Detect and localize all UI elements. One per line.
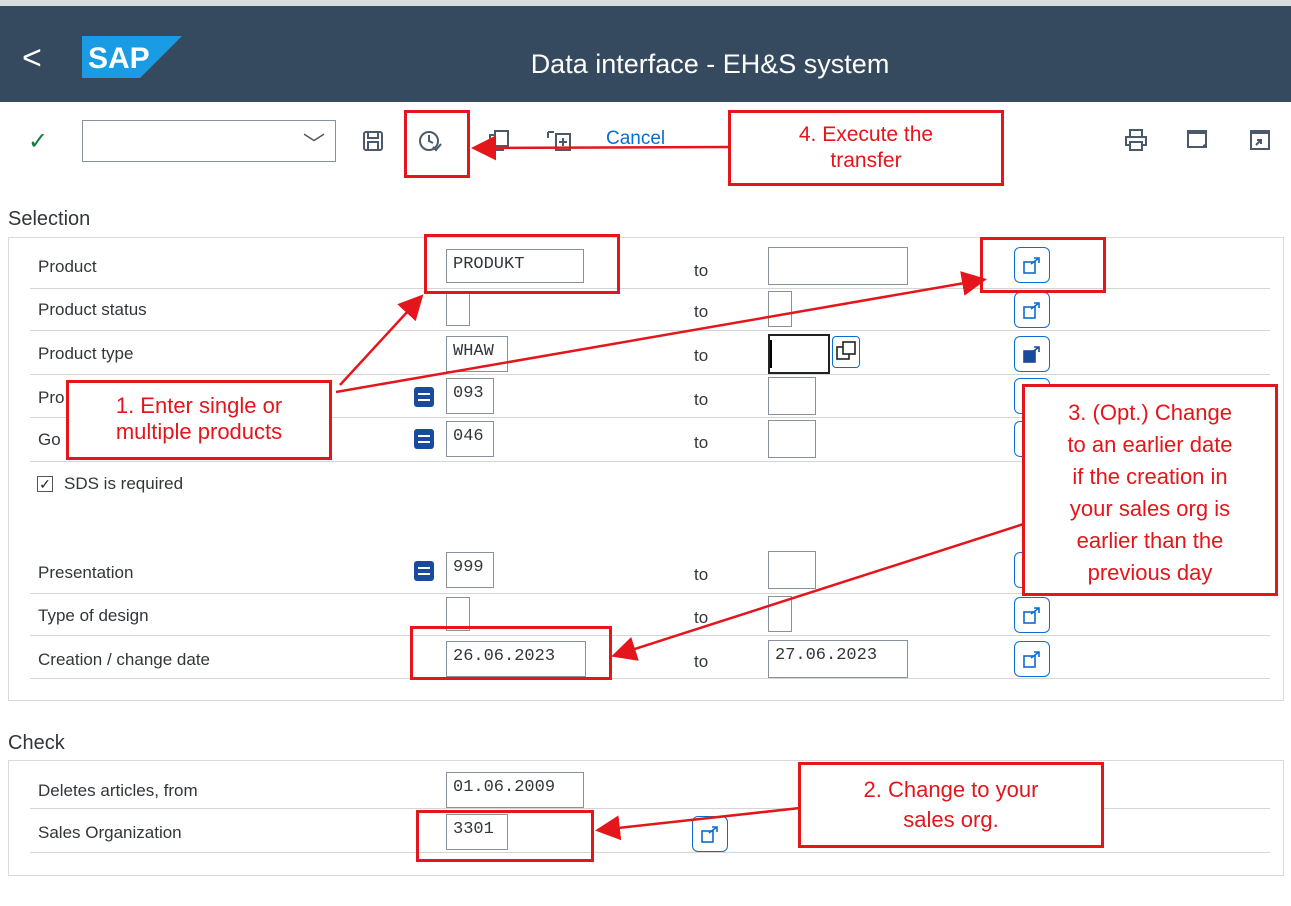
callout-line: 3. (Opt.) Change <box>1068 400 1232 425</box>
annotation-callout-step4: 4. Execute the transfer <box>728 110 1004 186</box>
annotation-callout-step2: 2. Change to your sales org. <box>798 762 1104 848</box>
callout-line: previous day <box>1087 560 1213 585</box>
callout-line: your sales org is <box>1069 496 1231 521</box>
callout-line: earlier than the <box>1076 528 1224 553</box>
annotation-callout-step3: 3. (Opt.) Change to an earlier date if t… <box>1022 384 1278 596</box>
callout-line: multiple products <box>115 419 283 444</box>
callout-line: 2. Change to your <box>863 777 1039 802</box>
callout-line: transfer <box>830 149 902 172</box>
callout-line: 1. Enter single or <box>115 393 283 418</box>
callout-line: sales org. <box>903 807 999 832</box>
callout-line: if the creation in <box>1072 464 1228 489</box>
callout-line: 4. Execute the <box>798 123 934 146</box>
callout-line: to an earlier date <box>1067 432 1233 457</box>
annotation-callout-step1: 1. Enter single or multiple products <box>66 380 332 460</box>
